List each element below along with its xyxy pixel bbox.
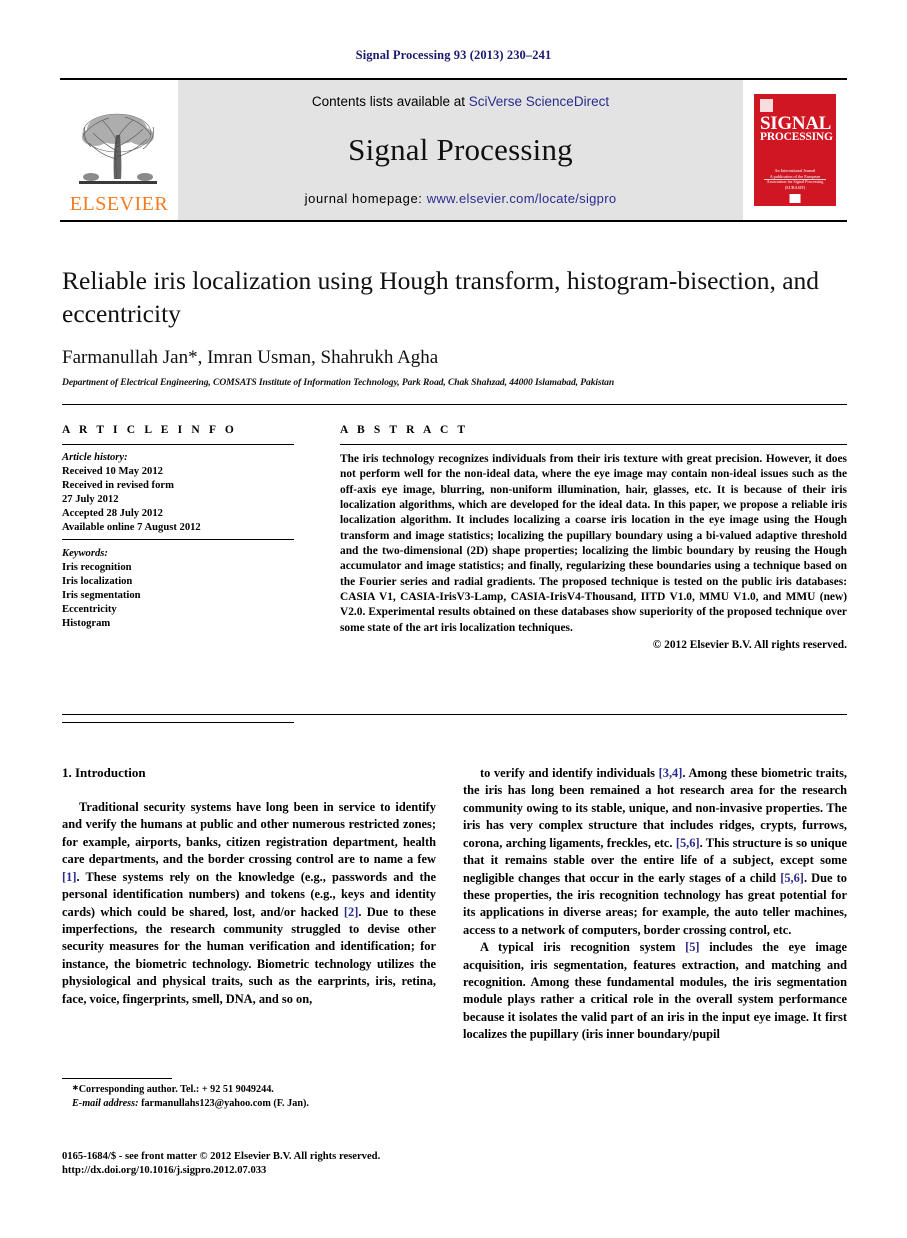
citation-link[interactable]: [1] xyxy=(62,870,76,884)
keywords-block: Keywords: Iris recognition Iris localiza… xyxy=(62,547,294,631)
elsevier-logo: ELSEVIER xyxy=(60,80,178,220)
keyword-item: Iris localization xyxy=(62,575,133,587)
citation-link[interactable]: [5,6] xyxy=(780,871,804,885)
elsevier-tree-icon xyxy=(79,113,157,184)
article-history-label: Article history: xyxy=(62,452,128,463)
corresponding-author-text: Corresponding author. Tel.: + 92 51 9049… xyxy=(78,1084,274,1095)
journal-homepage-line: journal homepage: www.elsevier.com/locat… xyxy=(305,191,617,206)
abstract-heading: A B S T R A C T xyxy=(340,424,469,436)
abstract-rule xyxy=(340,444,847,445)
author-list: Farmanullah Jan*, Imran Usman, Shahrukh … xyxy=(62,347,439,369)
journal-homepage-link[interactable]: www.elsevier.com/locate/sigpro xyxy=(427,191,617,206)
page-title: Reliable iris localization using Hough t… xyxy=(62,266,820,328)
journal-masthead: ELSEVIER Contents lists available at Sci… xyxy=(60,78,847,222)
keyword-item: Eccentricity xyxy=(62,603,117,615)
asterisk-icon: ∗ xyxy=(72,1083,79,1092)
article-info-column: A R T I C L E I N F O Article history: R… xyxy=(62,424,294,631)
keyword-item: Histogram xyxy=(62,617,111,629)
paragraph: Traditional security systems have long b… xyxy=(62,800,436,1006)
citation-link[interactable]: [5] xyxy=(685,940,699,954)
cover-title-line2: PROCESSING xyxy=(760,131,833,144)
journal-title: Signal Processing xyxy=(348,132,573,167)
contents-lists-line: Contents lists available at SciVerse Sci… xyxy=(312,94,609,109)
keyword-item: Iris recognition xyxy=(62,561,132,573)
history-item: Accepted 28 July 2012 xyxy=(62,507,163,519)
masthead-center: Contents lists available at SciVerse Sci… xyxy=(178,80,743,220)
paper-page: Signal Processing 93 (2013) 230–241 ELSE… xyxy=(0,0,907,1238)
info-section-top-rule xyxy=(62,404,847,405)
abstract-text: The iris technology recognizes individua… xyxy=(340,453,847,634)
email-label: E-mail address: xyxy=(72,1097,139,1109)
cover-publisher-icon xyxy=(760,99,773,112)
keywords-rule xyxy=(62,538,294,540)
imprint-block: 0165-1684/$ - see front matter © 2012 El… xyxy=(62,1150,482,1179)
corresponding-author-note: ∗Corresponding author. Tel.: + 92 51 904… xyxy=(62,1083,436,1097)
paragraph: to verify and identify individuals [3,4]… xyxy=(463,766,847,937)
elsevier-wordmark: ELSEVIER xyxy=(69,193,169,215)
running-head: Signal Processing 93 (2013) 230–241 xyxy=(355,48,552,62)
email-address[interactable]: farmanullahs123@yahoo.com (F. Jan). xyxy=(141,1098,309,1109)
sciencedirect-link[interactable]: SciVerse ScienceDirect xyxy=(469,94,609,109)
history-item: Received in revised form xyxy=(62,479,174,491)
body-column-left: 1. Introduction Traditional security sys… xyxy=(62,765,436,1008)
keywords-label: Keywords: xyxy=(62,547,108,559)
title-block: Reliable iris localization using Hough t… xyxy=(62,265,822,388)
imprint-line-issn: 0165-1684/$ - see front matter © 2012 El… xyxy=(62,1151,381,1162)
affiliation: Department of Electrical Engineering, CO… xyxy=(62,377,615,389)
article-info-heading: A R T I C L E I N F O xyxy=(62,424,237,436)
abstract-column: A B S T R A C T The iris technology reco… xyxy=(340,424,847,651)
citation-link[interactable]: [5,6] xyxy=(676,836,700,850)
history-item: Received 10 May 2012 xyxy=(62,465,163,477)
article-info-rule xyxy=(62,444,294,445)
history-item: Available online 7 August 2012 xyxy=(62,521,201,533)
imprint-line-doi[interactable]: http://dx.doi.org/10.1016/j.sigpro.2012.… xyxy=(62,1164,482,1178)
cover-title-line1: SIGNAL xyxy=(760,113,832,134)
cover-subtitle-block: An International Journal A publication o… xyxy=(760,168,830,190)
info-section-bottom-rule xyxy=(62,714,847,715)
abstract-copyright: © 2012 Elsevier B.V. All rights reserved… xyxy=(652,638,847,651)
cover-logo-mark-icon xyxy=(789,194,801,203)
info-column-bottom-rule xyxy=(62,722,294,723)
keyword-item: Iris segmentation xyxy=(62,589,141,601)
journal-cover-thumbnail: SIGNAL PROCESSING An International Journ… xyxy=(743,80,847,220)
cover-image: SIGNAL PROCESSING An International Journ… xyxy=(754,94,836,206)
history-item: 27 July 2012 xyxy=(62,493,119,505)
paragraph: A typical iris recognition system [5] in… xyxy=(463,940,847,1042)
article-history-block: Article history: Received 10 May 2012 Re… xyxy=(62,451,294,535)
cover-publisher-text: A publication of the European Associatio… xyxy=(766,173,824,190)
contents-prefix: Contents lists available at xyxy=(311,94,469,109)
citation-link[interactable]: [3,4] xyxy=(659,766,683,780)
body-column-right: to verify and identify individuals [3,4]… xyxy=(463,765,847,1044)
section-heading-introduction: 1. Introduction xyxy=(62,765,146,780)
homepage-prefix: journal homepage: xyxy=(304,191,427,206)
email-note: E-mail address: farmanullahs123@yahoo.co… xyxy=(62,1097,436,1111)
footnote-block: ∗Corresponding author. Tel.: + 92 51 904… xyxy=(62,1078,436,1110)
citation-link[interactable]: [2] xyxy=(344,905,358,919)
footnote-rule xyxy=(62,1078,172,1079)
